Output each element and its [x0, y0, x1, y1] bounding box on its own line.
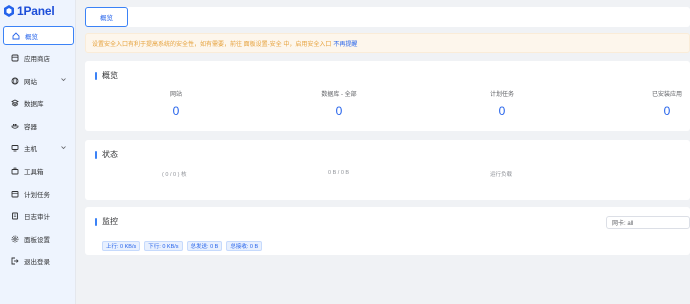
calendar-icon — [11, 190, 19, 198]
stat-installed-apps[interactable]: 已安装应用 0 — [627, 89, 690, 118]
status-memory: 0 B / 0 B — [328, 170, 350, 176]
sidebar-menu: 概览应用商店网站数据库容器主机工具箱计划任务日志审计面板设置退出登录 — [3, 26, 74, 275]
sidebar-item-label: 概览 — [25, 33, 38, 41]
sidebar-item-settings[interactable]: 面板设置 — [3, 229, 74, 248]
stat-value: 0 — [663, 104, 671, 118]
logout-icon — [11, 257, 19, 265]
alert-dismiss-link[interactable]: 不再提醒 — [333, 39, 357, 48]
sidebar-item-label: 计划任务 — [24, 191, 50, 199]
toolbox-icon — [11, 167, 19, 175]
main-content: 概览 设置安全入口有利于提高系统的安全性，如有需要，前往 面板设置-安全 中，启… — [76, 0, 690, 304]
status-title: 状态 — [95, 149, 118, 160]
monitor-title: 监控 — [95, 216, 118, 227]
stat-label: 数据库 - 全部 — [321, 92, 357, 98]
stat-websites[interactable]: 网站 0 — [136, 89, 216, 118]
overview-card: 概览 网站 0 数据库 - 全部 0 计划任务 0 已安装应用 0 — [85, 61, 690, 131]
title-accent-bar — [95, 217, 97, 226]
sidebar-item-toolbox[interactable]: 工具箱 — [3, 162, 74, 181]
log-icon — [11, 212, 19, 220]
sidebar-item-label: 工具箱 — [24, 169, 44, 177]
sidebar-item-label: 应用商店 — [24, 56, 50, 64]
stat-value: 0 — [498, 104, 506, 118]
sidebar: 1Panel 概览应用商店网站数据库容器主机工具箱计划任务日志审计面板设置退出登… — [0, 0, 76, 304]
sidebar-item-logout[interactable]: 退出登录 — [3, 252, 74, 271]
home-icon — [12, 31, 20, 40]
network-select[interactable]: 网卡: all — [606, 216, 690, 229]
logo-icon — [4, 5, 14, 17]
monitor-title-text: 监控 — [102, 217, 118, 226]
host-icon — [11, 144, 19, 152]
stat-cronjobs[interactable]: 计划任务 0 — [462, 89, 542, 118]
container-icon — [11, 122, 19, 130]
settings-icon — [11, 235, 19, 243]
status-title-text: 状态 — [102, 150, 118, 159]
app-name: 1Panel — [17, 4, 55, 18]
sidebar-item-label: 主机 — [24, 146, 37, 154]
stat-label: 网站 — [169, 92, 182, 98]
sidebar-item-appstore[interactable]: 应用商店 — [3, 49, 74, 68]
appstore-icon — [11, 54, 19, 62]
overview-title-text: 概览 — [102, 71, 118, 80]
sidebar-item-label: 网站 — [24, 78, 37, 86]
globe-icon — [11, 77, 19, 85]
download-tag: 下行: 0 KB/s — [144, 241, 183, 251]
sidebar-item-label: 面板设置 — [24, 236, 50, 244]
sidebar-item-calendar[interactable]: 计划任务 — [3, 184, 74, 203]
title-accent-bar — [95, 71, 97, 80]
stat-databases[interactable]: 数据库 - 全部 0 — [299, 89, 379, 118]
alert-text: 设置安全入口有利于提高系统的安全性，如有需要，前往 面板设置-安全 中，启用安全… — [92, 41, 332, 48]
stat-label: 已安装应用 — [651, 92, 682, 98]
sidebar-item-label: 日志审计 — [24, 214, 50, 222]
sidebar-item-label: 退出登录 — [24, 259, 50, 267]
title-accent-bar — [95, 150, 97, 159]
chevron-down-icon — [60, 144, 67, 151]
tab-bar: 概览 — [85, 7, 690, 27]
upload-tag: 上行: 0 KB/s — [102, 241, 141, 251]
monitor-card: 监控 网卡: all 上行: 0 KB/s 下行: 0 KB/s 总发送: 0 … — [85, 207, 690, 255]
chevron-down-icon — [60, 76, 67, 83]
traffic-tags: 上行: 0 KB/s 下行: 0 KB/s 总发送: 0 B 总接收: 0 B — [102, 241, 263, 251]
total-sent-tag: 总发送: 0 B — [186, 241, 223, 251]
overview-title: 概览 — [95, 70, 118, 81]
database-icon — [11, 99, 19, 107]
sidebar-item-host[interactable]: 主机 — [3, 139, 74, 158]
total-received-tag: 总接收: 0 B — [226, 241, 263, 251]
sidebar-item-database[interactable]: 数据库 — [3, 94, 74, 113]
security-alert: 设置安全入口有利于提高系统的安全性，如有需要，前往 面板设置-安全 中，启用安全… — [85, 33, 690, 53]
sidebar-item-label: 数据库 — [24, 101, 44, 109]
sidebar-item-container[interactable]: 容器 — [3, 116, 74, 135]
stat-label: 计划任务 — [489, 92, 514, 98]
tab-overview[interactable]: 概览 — [85, 7, 128, 27]
stat-value: 0 — [172, 104, 180, 118]
sidebar-item-globe[interactable]: 网站 — [3, 71, 74, 90]
status-load: 运行负载 — [490, 172, 513, 178]
sidebar-item-label: 容器 — [24, 123, 37, 131]
status-cpu: ( 0 / 0 ) 核 — [162, 172, 187, 178]
logo[interactable]: 1Panel — [4, 4, 55, 18]
stat-value: 0 — [335, 104, 343, 118]
status-card: 状态 ( 0 / 0 ) 核 0 B / 0 B 运行负载 — [85, 140, 690, 200]
sidebar-item-log[interactable]: 日志审计 — [3, 207, 74, 226]
sidebar-item-home[interactable]: 概览 — [3, 26, 74, 45]
